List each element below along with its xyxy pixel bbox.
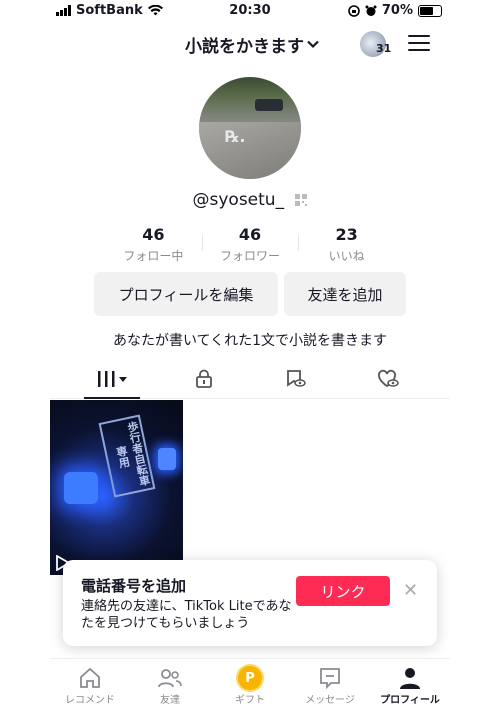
- message-icon: [320, 668, 340, 690]
- avatar-road-mark: ℞.: [225, 127, 246, 146]
- nav-label-recommend: レコメンド: [65, 695, 115, 706]
- profile-visitors-button[interactable]: 31: [360, 31, 391, 57]
- nav-messages[interactable]: メッセージ: [290, 659, 370, 712]
- close-icon[interactable]: ✕: [403, 580, 418, 601]
- nav-profile[interactable]: プロフィール: [370, 659, 450, 712]
- nav-label-gift: ギフト: [235, 695, 265, 706]
- qr-code-icon[interactable]: [295, 194, 308, 206]
- visitor-count: 31: [376, 42, 392, 55]
- battery-percent: 70%: [381, 3, 413, 18]
- username: @syosetu_: [50, 190, 450, 210]
- likes-label: いいね: [328, 249, 365, 263]
- thumbnail-sign: 歩行者自転車専用: [98, 414, 156, 498]
- avatar-road: [199, 122, 301, 179]
- chevron-down-icon: [307, 40, 319, 49]
- prompt-title: 電話番号を追加: [81, 577, 187, 595]
- tab-videos[interactable]: [84, 366, 140, 399]
- avatar-car: [255, 99, 283, 111]
- pedestrian-signal-right: [158, 448, 176, 470]
- followers-count: 46: [238, 225, 262, 244]
- profile-actions: プロフィールを編集 友達を追加: [94, 272, 406, 316]
- tab-liked[interactable]: [368, 366, 408, 392]
- profile-header: 小説をかきます 31: [50, 30, 450, 60]
- pedestrian-signal-left: [64, 472, 98, 504]
- tab-private[interactable]: [184, 366, 224, 392]
- nav-recommend[interactable]: レコメンド: [50, 659, 130, 712]
- bookmark-eye-icon: [287, 370, 306, 387]
- nav-friends[interactable]: 友達: [130, 659, 210, 712]
- profile-icon: [400, 668, 420, 689]
- rotation-lock-icon: [348, 4, 360, 17]
- profile-bio: あなたが書いてくれた1文で小説を書きます: [112, 333, 388, 349]
- gift-coin-icon: P: [238, 666, 262, 690]
- edit-profile-button[interactable]: プロフィールを編集: [94, 272, 278, 316]
- likes-count: 23: [335, 225, 358, 244]
- menu-button[interactable]: [408, 35, 430, 53]
- nav-label-friends: 友達: [160, 695, 180, 706]
- nav-label-messages: メッセージ: [305, 695, 355, 706]
- bottom-nav: レコメンド 友達 P ギフト メッセージ プロフィール: [50, 658, 450, 712]
- content-tabs: [50, 362, 450, 399]
- add-friend-button[interactable]: 友達を追加: [284, 272, 406, 316]
- status-right: 70%: [348, 3, 442, 18]
- tab-saved[interactable]: [275, 366, 315, 392]
- following-count: 46: [142, 225, 165, 244]
- following-label: フォロー中: [123, 249, 184, 263]
- video-thumbnail[interactable]: 歩行者自転車専用: [50, 400, 183, 575]
- friends-icon: [158, 669, 182, 688]
- home-icon: [80, 667, 100, 688]
- stat-followers[interactable]: 46 フォロワー: [201, 225, 299, 265]
- account-name: 小説をかきます: [185, 37, 304, 57]
- account-switcher[interactable]: 小説をかきます: [185, 32, 319, 57]
- prompt-body: 連絡先の友達に、TikTok Liteであなたを見つけてもらいましょう: [81, 599, 292, 631]
- stat-likes[interactable]: 23 いいね: [298, 225, 395, 265]
- username-text: @syosetu_: [192, 190, 285, 210]
- battery-level: [420, 6, 433, 15]
- app-screen: SoftBank 20:30 70% 小説をかきます 31 ℞. @syoset…: [50, 0, 450, 712]
- add-phone-prompt: 電話番号を追加 連絡先の友達に、TikTok Liteであなたを見つけてもらいま…: [63, 560, 437, 646]
- stat-following[interactable]: 46 フォロー中: [105, 225, 202, 265]
- nav-gift[interactable]: P ギフト: [210, 659, 290, 712]
- alarm-icon: [365, 5, 377, 16]
- avatar[interactable]: ℞.: [199, 77, 301, 179]
- nav-label-profile: プロフィール: [380, 695, 440, 706]
- lock-icon: [196, 369, 212, 388]
- status-bar: SoftBank 20:30 70%: [50, 0, 450, 22]
- battery-icon: [418, 4, 442, 17]
- followers-label: フォロワー: [220, 249, 281, 263]
- link-button[interactable]: リンク: [296, 576, 390, 606]
- grid-icon: [98, 371, 127, 387]
- heart-eye-icon: [378, 369, 399, 388]
- profile-stats: 46 フォロー中 46 フォロワー 23 いいね: [105, 225, 395, 265]
